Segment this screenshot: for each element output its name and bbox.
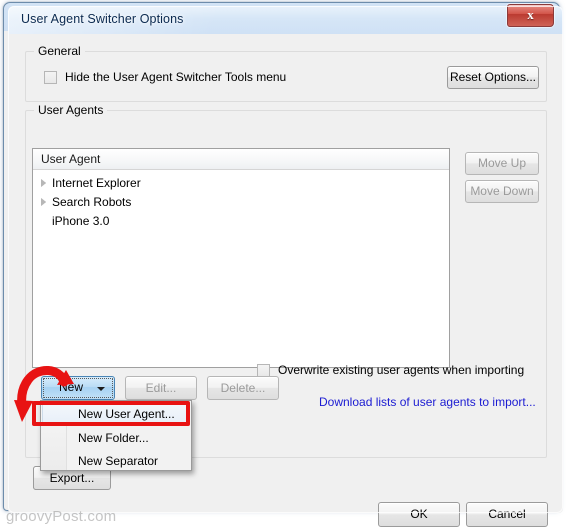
move-down-button[interactable]: Move Down — [465, 180, 539, 203]
watermark: groovyPost.com — [6, 508, 117, 525]
hide-tools-menu-label: Hide the User Agent Switcher Tools menu — [65, 70, 287, 84]
list-item[interactable]: Search Robots — [33, 192, 449, 211]
delete-button[interactable]: Delete... — [207, 376, 279, 400]
menu-item-label: New User Agent... — [78, 406, 175, 421]
dialog-body: General Hide the User Agent Switcher Too… — [8, 34, 563, 527]
user-agents-group-label: User Agents — [34, 103, 108, 117]
overwrite-existing-label: Overwrite existing user agents when impo… — [278, 363, 525, 377]
menu-item-label: New Separator — [78, 453, 159, 468]
title-bar: User Agent Switcher Options — [8, 6, 563, 34]
menu-item-label: New Folder... — [78, 430, 149, 445]
checkbox-icon[interactable] — [257, 363, 270, 377]
list-item-label: Internet Explorer — [52, 175, 141, 190]
user-agents-listview[interactable]: User Agent Internet Explorer Search Robo… — [32, 148, 450, 368]
list-item-label: Search Robots — [52, 194, 132, 209]
edit-button[interactable]: Edit... — [125, 376, 197, 400]
menu-item-new-folder[interactable]: New Folder... — [42, 426, 190, 449]
list-item[interactable]: iPhone 3.0 — [33, 211, 449, 230]
listview-rows: Internet Explorer Search Robots iPhone 3… — [33, 170, 449, 230]
menu-item-new-user-agent[interactable]: New User Agent... — [42, 402, 190, 425]
reset-options-button[interactable]: Reset Options... — [447, 66, 539, 89]
cancel-button[interactable]: Cancel — [466, 502, 548, 527]
hide-tools-menu-checkbox-row[interactable]: Hide the User Agent Switcher Tools menu — [44, 70, 286, 84]
menu-item-new-separator[interactable]: New Separator — [42, 449, 190, 472]
close-button[interactable]: x — [507, 4, 554, 27]
dialog-window: User Agent Switcher Options x General Hi… — [3, 2, 563, 527]
listview-header[interactable]: User Agent — [33, 149, 449, 170]
expand-triangle-icon[interactable] — [38, 178, 49, 187]
general-group: General Hide the User Agent Switcher Too… — [25, 44, 547, 102]
close-icon: x — [527, 7, 534, 22]
overwrite-existing-checkbox-row[interactable]: Overwrite existing user agents when impo… — [257, 363, 524, 377]
list-item[interactable]: Internet Explorer — [33, 173, 449, 192]
window-title: User Agent Switcher Options — [21, 12, 184, 26]
new-dropdown-menu: New User Agent... New Folder... New Sepa… — [40, 400, 192, 471]
general-group-label: General — [34, 44, 85, 58]
ok-button[interactable]: OK — [378, 502, 460, 527]
expand-triangle-icon[interactable] — [38, 197, 49, 206]
move-up-button[interactable]: Move Up — [465, 152, 539, 175]
chevron-down-icon — [97, 387, 105, 391]
list-item-label: iPhone 3.0 — [52, 213, 110, 228]
checkbox-icon[interactable] — [44, 70, 57, 84]
download-lists-link[interactable]: Download lists of user agents to import.… — [319, 395, 536, 409]
column-header-user-agent: User Agent — [41, 152, 101, 166]
new-button-label: New — [58, 380, 83, 394]
new-button[interactable]: New — [41, 376, 115, 400]
